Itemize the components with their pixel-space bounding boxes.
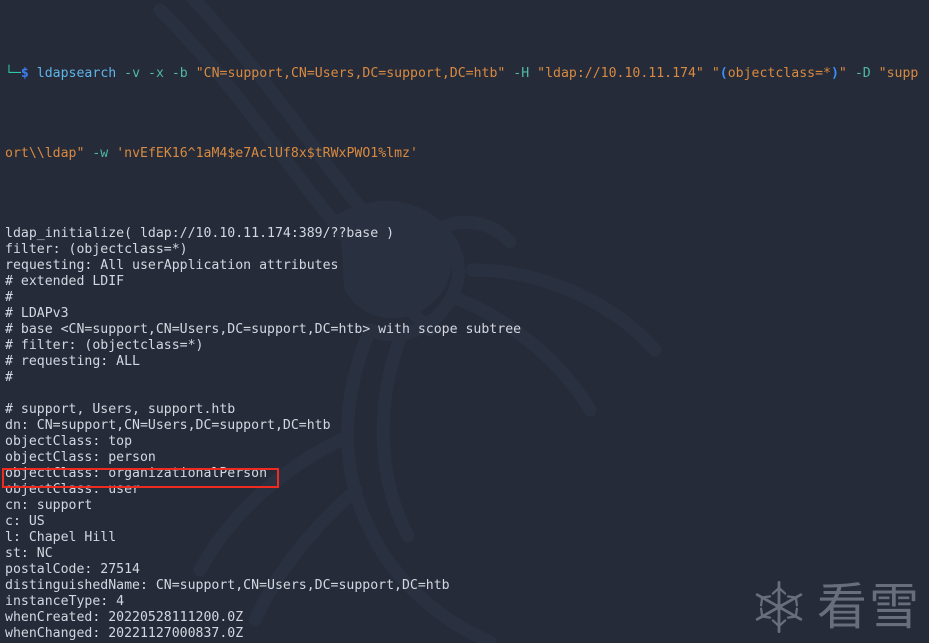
output-line: # support, Users, support.htb <box>5 402 236 417</box>
output-line: c: US <box>5 514 45 529</box>
prompt-bracket: └─ <box>5 66 21 81</box>
filter-paren-open: ( <box>719 66 728 81</box>
output-line: objectClass: organizationalPerson <box>5 466 268 481</box>
output-line: # requesting: ALL <box>5 354 140 369</box>
output-line: # <box>5 370 13 385</box>
filter-paren-close: ) <box>830 66 839 81</box>
output-line: cn: support <box>5 498 93 513</box>
prompt-symbol: $ <box>20 66 29 81</box>
output-line: whenCreated: 20220528111200.0Z <box>5 610 244 625</box>
output-line: postalCode: 27514 <box>5 562 140 577</box>
flag-D: -D <box>854 66 871 81</box>
output-line: instanceType: 4 <box>5 594 125 609</box>
flag-x: -x <box>148 66 164 81</box>
flag-H: -H <box>513 66 530 81</box>
terminal-output: └─$ ldapsearch -v -x -b "CN=support,CN=U… <box>0 0 929 643</box>
bind-dn-argument-part1: "supp <box>878 66 919 81</box>
filter-quote-close: " <box>838 66 847 81</box>
filter-body: objectclass=* <box>727 66 831 81</box>
prompt-command-line-2: ort\\ldap" -w 'nvEfEK16^1aM4$e7AclUf8x$t… <box>5 146 929 162</box>
prompt-command-line-1: └─$ ldapsearch -v -x -b "CN=support,CN=U… <box>5 66 929 82</box>
output-line: filter: (objectclass=*) <box>5 242 188 257</box>
output-line: # extended LDIF <box>5 274 125 289</box>
output-line: ldap_initialize( ldap://10.10.11.174:389… <box>5 226 395 241</box>
output-line: requesting: All userApplication attribut… <box>5 258 339 273</box>
flag-b: -b <box>171 66 188 81</box>
output-line: objectClass: top <box>5 434 133 449</box>
output-line: # base <CN=support,CN=Users,DC=support,D… <box>5 322 522 337</box>
output-line: # LDAPv3 <box>5 306 69 321</box>
bind-dn-argument-part2: ort\\ldap" <box>5 146 85 161</box>
terminal-window[interactable]: └─$ ldapsearch -v -x -b "CN=support,CN=U… <box>0 0 929 643</box>
output-line: # filter: (objectclass=*) <box>5 338 204 353</box>
output-line: objectClass: user <box>5 482 140 497</box>
flag-w: -w <box>92 146 109 161</box>
output-line: whenChanged: 20221127000837.0Z <box>5 626 244 641</box>
output-line: objectClass: person <box>5 450 156 465</box>
ldap-uri-argument: "ldap://10.10.11.174" <box>537 66 704 81</box>
output-line: l: Chapel Hill <box>5 530 117 545</box>
output-line: dn: CN=support,CN=Users,DC=support,DC=ht… <box>5 418 331 433</box>
filter-quote-open: " <box>711 66 720 81</box>
output-line: st: NC <box>5 546 53 561</box>
output-line: # <box>5 290 13 305</box>
base-dn-argument: "CN=support,CN=Users,DC=support,DC=htb" <box>195 66 506 81</box>
ldif-output-container: ldap_initialize( ldap://10.10.11.174:389… <box>5 226 929 643</box>
password-argument: 'nvEfEK16^1aM4$e7AclUf8x$tRWxPWO1%lmz' <box>116 146 418 161</box>
command-name: ldapsearch <box>36 66 117 81</box>
output-line: distinguishedName: CN=support,CN=Users,D… <box>5 578 450 593</box>
flag-v: -v <box>124 66 141 81</box>
